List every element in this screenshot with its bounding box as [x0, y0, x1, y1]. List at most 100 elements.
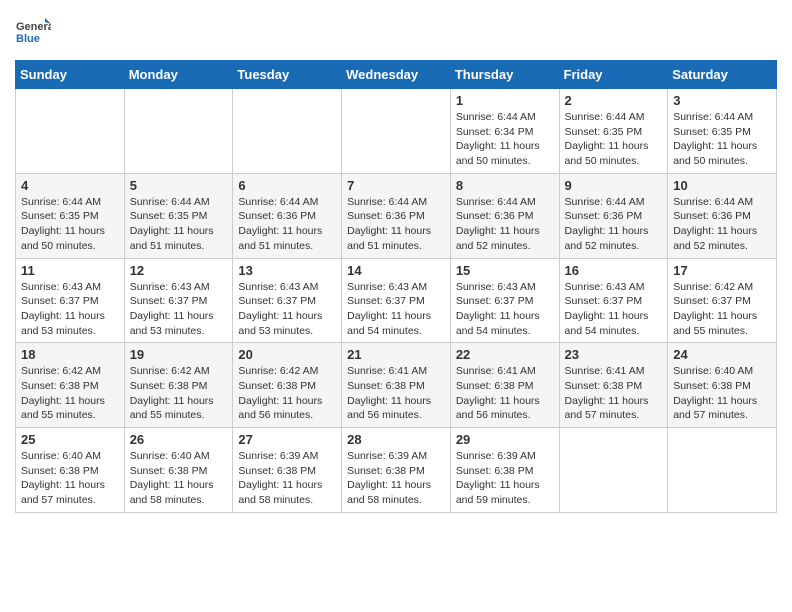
week-row-5: 25Sunrise: 6:40 AM Sunset: 6:38 PM Dayli… [16, 428, 777, 513]
day-number: 13 [238, 263, 336, 278]
week-row-1: 1 Sunrise: 6:44 AM Sunset: 6:34 PM Daylig… [16, 89, 777, 174]
calendar-cell [342, 89, 451, 174]
calendar-cell: 10Sunrise: 6:44 AM Sunset: 6:36 PM Dayli… [668, 173, 777, 258]
calendar-cell: 29 Sunrise: 6:39 AM Sunset: 6:38 PM Dayli… [450, 428, 559, 513]
calendar-body: 1 Sunrise: 6:44 AM Sunset: 6:34 PM Daylig… [16, 89, 777, 513]
calendar-cell: 14 Sunrise: 6:43 AM Sunset: 6:37 PM Dayli… [342, 258, 451, 343]
calendar-cell [124, 89, 233, 174]
day-info: Sunrise: 6:43 AM Sunset: 6:37 PM Dayligh… [565, 280, 663, 339]
day-number: 27 [238, 432, 336, 447]
day-info: Sunrise: 6:42 AM Sunset: 6:38 PM Dayligh… [21, 364, 119, 423]
day-number: 15 [456, 263, 554, 278]
calendar-cell [16, 89, 125, 174]
day-number: 8 [456, 178, 554, 193]
day-number: 19 [130, 347, 228, 362]
calendar-cell: 19 Sunrise: 6:42 AM Sunset: 6:38 PM Dayli… [124, 343, 233, 428]
day-info: Sunrise: 6:42 AM Sunset: 6:38 PM Dayligh… [130, 364, 228, 423]
day-number: 21 [347, 347, 445, 362]
day-info: Sunrise: 6:43 AM Sunset: 6:37 PM Dayligh… [456, 280, 554, 339]
day-number: 6 [238, 178, 336, 193]
day-info: Sunrise: 6:44 AM Sunset: 6:36 PM Dayligh… [238, 195, 336, 254]
day-number: 26 [130, 432, 228, 447]
day-info: Sunrise: 6:39 AM Sunset: 6:38 PM Dayligh… [347, 449, 445, 508]
header-day-sunday: Sunday [16, 61, 125, 89]
day-number: 17 [673, 263, 771, 278]
day-info: Sunrise: 6:44 AM Sunset: 6:34 PM Dayligh… [456, 110, 554, 169]
calendar-cell [559, 428, 668, 513]
day-number: 28 [347, 432, 445, 447]
calendar-cell: 16 Sunrise: 6:43 AM Sunset: 6:37 PM Dayli… [559, 258, 668, 343]
header: General Blue [15, 10, 777, 52]
day-info: Sunrise: 6:40 AM Sunset: 6:38 PM Dayligh… [21, 449, 119, 508]
calendar-cell: 1 Sunrise: 6:44 AM Sunset: 6:34 PM Daylig… [450, 89, 559, 174]
calendar-cell: 6 Sunrise: 6:44 AM Sunset: 6:36 PM Daylig… [233, 173, 342, 258]
day-number: 3 [673, 93, 771, 108]
header-day-tuesday: Tuesday [233, 61, 342, 89]
day-number: 9 [565, 178, 663, 193]
calendar-cell: 20 Sunrise: 6:42 AM Sunset: 6:38 PM Dayli… [233, 343, 342, 428]
calendar-cell: 23 Sunrise: 6:41 AM Sunset: 6:38 PM Dayli… [559, 343, 668, 428]
calendar-cell: 22 Sunrise: 6:41 AM Sunset: 6:38 PM Dayli… [450, 343, 559, 428]
day-number: 2 [565, 93, 663, 108]
day-number: 7 [347, 178, 445, 193]
day-info: Sunrise: 6:41 AM Sunset: 6:38 PM Dayligh… [456, 364, 554, 423]
day-info: Sunrise: 6:44 AM Sunset: 6:35 PM Dayligh… [673, 110, 771, 169]
calendar-cell: 18 Sunrise: 6:42 AM Sunset: 6:38 PM Dayli… [16, 343, 125, 428]
day-number: 4 [21, 178, 119, 193]
day-number: 11 [21, 263, 119, 278]
calendar-cell: 4Sunrise: 6:44 AM Sunset: 6:35 PM Daylig… [16, 173, 125, 258]
header-day-saturday: Saturday [668, 61, 777, 89]
day-info: Sunrise: 6:40 AM Sunset: 6:38 PM Dayligh… [130, 449, 228, 508]
calendar-cell: 5Sunrise: 6:44 AM Sunset: 6:35 PM Daylig… [124, 173, 233, 258]
day-number: 29 [456, 432, 554, 447]
calendar-cell: 15 Sunrise: 6:43 AM Sunset: 6:37 PM Dayli… [450, 258, 559, 343]
calendar-cell: 24Sunrise: 6:40 AM Sunset: 6:38 PM Dayli… [668, 343, 777, 428]
day-info: Sunrise: 6:42 AM Sunset: 6:37 PM Dayligh… [673, 280, 771, 339]
calendar-table: SundayMondayTuesdayWednesdayThursdayFrid… [15, 60, 777, 513]
day-number: 18 [21, 347, 119, 362]
calendar-cell: 12 Sunrise: 6:43 AM Sunset: 6:37 PM Dayli… [124, 258, 233, 343]
day-info: Sunrise: 6:43 AM Sunset: 6:37 PM Dayligh… [238, 280, 336, 339]
day-number: 20 [238, 347, 336, 362]
day-info: Sunrise: 6:42 AM Sunset: 6:38 PM Dayligh… [238, 364, 336, 423]
day-number: 23 [565, 347, 663, 362]
header-day-monday: Monday [124, 61, 233, 89]
day-info: Sunrise: 6:44 AM Sunset: 6:36 PM Dayligh… [565, 195, 663, 254]
day-info: Sunrise: 6:43 AM Sunset: 6:37 PM Dayligh… [347, 280, 445, 339]
calendar-cell: 25Sunrise: 6:40 AM Sunset: 6:38 PM Dayli… [16, 428, 125, 513]
day-info: Sunrise: 6:44 AM Sunset: 6:35 PM Dayligh… [130, 195, 228, 254]
day-info: Sunrise: 6:41 AM Sunset: 6:38 PM Dayligh… [565, 364, 663, 423]
day-number: 22 [456, 347, 554, 362]
calendar-cell: 26 Sunrise: 6:40 AM Sunset: 6:38 PM Dayli… [124, 428, 233, 513]
day-info: Sunrise: 6:39 AM Sunset: 6:38 PM Dayligh… [238, 449, 336, 508]
calendar-cell [668, 428, 777, 513]
week-row-3: 11 Sunrise: 6:43 AM Sunset: 6:37 PM Dayli… [16, 258, 777, 343]
calendar-cell: 27 Sunrise: 6:39 AM Sunset: 6:38 PM Dayli… [233, 428, 342, 513]
day-number: 14 [347, 263, 445, 278]
day-number: 16 [565, 263, 663, 278]
calendar-cell: 3 Sunrise: 6:44 AM Sunset: 6:35 PM Daylig… [668, 89, 777, 174]
day-info: Sunrise: 6:44 AM Sunset: 6:36 PM Dayligh… [673, 195, 771, 254]
logo-svg: General Blue [15, 16, 51, 52]
calendar-cell: 21Sunrise: 6:41 AM Sunset: 6:38 PM Dayli… [342, 343, 451, 428]
day-number: 12 [130, 263, 228, 278]
calendar-cell: 11 Sunrise: 6:43 AM Sunset: 6:37 PM Dayli… [16, 258, 125, 343]
day-info: Sunrise: 6:44 AM Sunset: 6:36 PM Dayligh… [347, 195, 445, 254]
calendar-cell: 8Sunrise: 6:44 AM Sunset: 6:36 PM Daylig… [450, 173, 559, 258]
header-day-wednesday: Wednesday [342, 61, 451, 89]
calendar-cell [233, 89, 342, 174]
day-info: Sunrise: 6:43 AM Sunset: 6:37 PM Dayligh… [130, 280, 228, 339]
calendar-cell: 17 Sunrise: 6:42 AM Sunset: 6:37 PM Dayli… [668, 258, 777, 343]
header-day-thursday: Thursday [450, 61, 559, 89]
svg-text:General: General [16, 21, 51, 33]
calendar-cell: 2Sunrise: 6:44 AM Sunset: 6:35 PM Daylig… [559, 89, 668, 174]
calendar-cell: 13 Sunrise: 6:43 AM Sunset: 6:37 PM Dayli… [233, 258, 342, 343]
header-row: SundayMondayTuesdayWednesdayThursdayFrid… [16, 61, 777, 89]
header-day-friday: Friday [559, 61, 668, 89]
calendar-cell: 7 Sunrise: 6:44 AM Sunset: 6:36 PM Daylig… [342, 173, 451, 258]
day-info: Sunrise: 6:39 AM Sunset: 6:38 PM Dayligh… [456, 449, 554, 508]
day-info: Sunrise: 6:40 AM Sunset: 6:38 PM Dayligh… [673, 364, 771, 423]
day-info: Sunrise: 6:43 AM Sunset: 6:37 PM Dayligh… [21, 280, 119, 339]
day-number: 1 [456, 93, 554, 108]
svg-text:Blue: Blue [16, 33, 40, 45]
